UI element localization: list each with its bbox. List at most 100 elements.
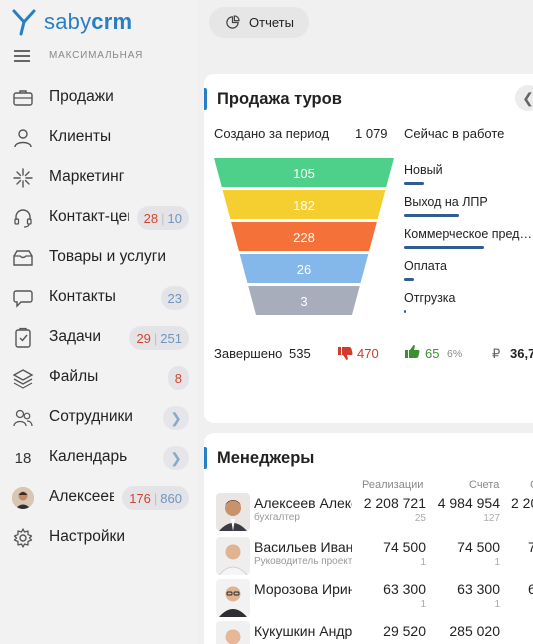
created-label: Создано за период	[214, 126, 330, 141]
sidebar-item-marketing[interactable]: Маркетинг	[0, 157, 197, 197]
created-value[interactable]: 1 079	[355, 126, 388, 141]
sidebar-item-sales[interactable]: Продажи	[0, 77, 197, 117]
chevron-right-icon[interactable]: ❯	[163, 446, 189, 470]
sidebar-item-label: Контакты	[49, 288, 116, 305]
lost-value[interactable]: 470	[357, 346, 379, 361]
sidebar-item-calendar[interactable]: 18 Календарь ❯	[0, 437, 197, 477]
in-work-label: Сейчас в работе	[404, 126, 505, 141]
invoices-value: 63 300	[457, 581, 500, 597]
sales-count: 25	[414, 513, 426, 524]
reports-button[interactable]: Отчеты	[209, 7, 309, 38]
sidebar-item-employees[interactable]: Сотрудники ❯	[0, 397, 197, 437]
sales-value: 74 500	[383, 539, 426, 555]
won-value[interactable]: 65	[425, 346, 439, 361]
avatar	[216, 537, 250, 575]
manager-name: Васильев Иван	[254, 539, 352, 555]
sidebar-item-settings[interactable]: Настройки	[0, 517, 197, 557]
reports-label: Отчеты	[249, 15, 294, 30]
sidebar-item-contacts[interactable]: Контакты 23	[0, 277, 197, 317]
avatar	[216, 621, 250, 644]
gear-icon	[12, 527, 34, 549]
funnel-value[interactable]: 26	[214, 262, 394, 277]
sales-value: 29 520	[383, 623, 426, 639]
app-logo[interactable]: sabycrm	[10, 6, 132, 38]
funnel-value[interactable]: 228	[214, 230, 394, 245]
col-sales-header[interactable]: Реализации	[362, 479, 423, 491]
people-icon	[12, 407, 34, 429]
manager-name: Алексеев Алексей	[254, 495, 352, 511]
manager-row[interactable]: Алексеев Алексей бухгалтер 2 208 721 25 …	[204, 491, 533, 532]
sales-summary: Завершено 535 470 65 6% ₽ 36,7	[214, 345, 533, 366]
clients-icon	[12, 127, 34, 149]
sidebar-item-label: Клиенты	[49, 128, 112, 145]
sidebar-item-clients[interactable]: Клиенты	[0, 117, 197, 157]
sales-panel-title[interactable]: Продажа туров	[217, 90, 342, 109]
sidebar-item-tasks[interactable]: Задачи 29 | 251	[0, 317, 197, 357]
sidebar-item-label: Календарь	[49, 448, 128, 465]
sidebar: sabycrm МАКСИМАЛЬНАЯ Продажи Клиенты Мар…	[0, 0, 197, 644]
stage-bar	[404, 214, 459, 217]
stage-new[interactable]: Новый	[404, 163, 443, 185]
third-value: 6	[528, 581, 533, 597]
chevron-left-icon[interactable]: ❮	[515, 85, 533, 111]
manager-name: Морозова Ирина	[254, 581, 352, 597]
sidebar-item-label: Алексеев Алексей	[49, 488, 114, 505]
sidebar-item-label: Маркетинг	[49, 168, 125, 185]
managers-panel: Менеджеры Реализации Счета С Алексеев Ал…	[204, 433, 533, 644]
manager-row[interactable]: Кукушкин Андрей 29 520 285 020	[204, 619, 533, 644]
panel-accent	[204, 447, 207, 469]
stage-payment[interactable]: Оплата	[404, 259, 447, 281]
stage-shipment[interactable]: Отгрузка	[404, 291, 456, 313]
sidebar-item-label: Файлы	[49, 368, 99, 385]
funnel-value[interactable]: 182	[214, 198, 394, 213]
chevron-right-icon[interactable]: ❯	[163, 406, 189, 430]
invoices-value: 4 984 954	[437, 495, 500, 511]
sidebar-item-label: Настройки	[49, 528, 126, 545]
sales-count: 1	[420, 557, 426, 568]
sidebar-item-label: Товары и услуги	[49, 248, 167, 265]
sidebar-item-files[interactable]: Файлы 8	[0, 357, 197, 397]
invoices-value: 74 500	[457, 539, 500, 555]
calendar-day: 18	[14, 449, 32, 467]
manager-row[interactable]: Васильев Иван Руководитель проекта 74 50…	[204, 535, 533, 576]
sidebar-item-goods[interactable]: Товары и услуги	[0, 237, 197, 277]
clipboard-icon	[12, 327, 34, 349]
sales-funnel: 105 182 228 26 3	[214, 158, 394, 318]
done-value[interactable]: 535	[289, 346, 311, 361]
invoices-count: 1	[494, 599, 500, 610]
sparkle-icon	[12, 167, 34, 189]
calendar-icon: 18	[12, 447, 34, 469]
col-invoices-header[interactable]: Счета	[469, 479, 499, 491]
pie-chart-icon	[226, 15, 240, 29]
manager-name: Кукушкин Андрей	[254, 623, 352, 639]
thumbs-up-icon	[405, 345, 420, 358]
won-percent: 6%	[447, 348, 463, 360]
sidebar-item-user[interactable]: Алексеев Алексей 176|860	[0, 477, 197, 517]
done-label: Завершено	[214, 346, 283, 361]
panel-accent	[204, 88, 207, 110]
plan-label: МАКСИМАЛЬНАЯ	[49, 50, 144, 61]
funnel-value[interactable]: 105	[214, 166, 394, 181]
sidebar-item-label: Контакт-центр	[49, 208, 129, 225]
sales-value: 63 300	[383, 581, 426, 597]
managers-panel-title[interactable]: Менеджеры	[217, 449, 314, 468]
stage-bar	[404, 246, 484, 249]
sidebar-item-contact-center[interactable]: Контакт-центр 28|10	[0, 197, 197, 237]
stage-bar	[404, 310, 406, 313]
avatar	[216, 493, 250, 531]
stage-proposal[interactable]: Коммерческое предложение	[404, 227, 533, 249]
headset-icon	[12, 207, 34, 229]
stage-bar	[404, 182, 424, 185]
invoices-value: 285 020	[449, 623, 500, 639]
stage-decision-maker[interactable]: Выход на ЛПР	[404, 195, 488, 217]
sales-panel: Продажа туров ❮ Создано за период 1 079 …	[204, 74, 533, 423]
funnel-value[interactable]: 3	[214, 294, 394, 309]
stack-icon	[12, 367, 34, 389]
counter-badge: 176 | 860	[122, 486, 189, 510]
manager-row[interactable]: Морозова Ирина 63 300 1 63 300 1 6	[204, 577, 533, 618]
third-value: 2 20	[511, 495, 533, 511]
briefcase-icon	[12, 87, 34, 109]
menu-icon[interactable]	[14, 50, 30, 62]
chat-icon	[12, 287, 34, 309]
sales-sum[interactable]: 36,7	[510, 346, 533, 361]
